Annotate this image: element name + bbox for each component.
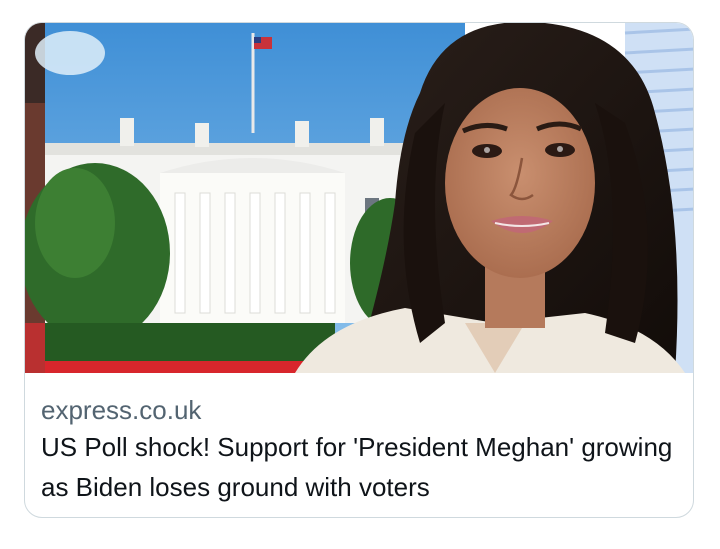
link-preview-image[interactable] bbox=[25, 23, 693, 373]
link-domain: express.co.uk bbox=[41, 395, 202, 425]
link-preview-meta[interactable]: express.co.uk US Poll shock! Support for… bbox=[41, 393, 677, 507]
link-preview-card[interactable]: express.co.uk US Poll shock! Support for… bbox=[24, 22, 694, 518]
hedge bbox=[45, 323, 335, 363]
flower-bed bbox=[45, 361, 335, 373]
composite-photo bbox=[25, 23, 693, 373]
link-headline: US Poll shock! Support for 'President Me… bbox=[41, 432, 673, 502]
